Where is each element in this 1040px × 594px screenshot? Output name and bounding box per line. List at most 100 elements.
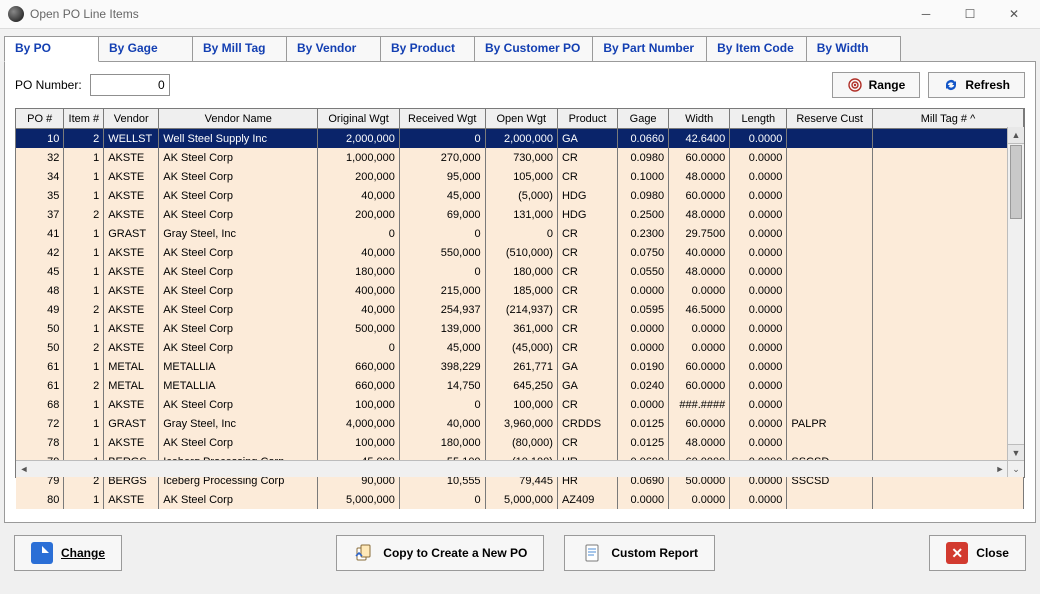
- cell[interactable]: Gray Steel, Inc: [159, 414, 318, 433]
- range-button[interactable]: Range: [832, 72, 921, 98]
- tab-by-mill-tag[interactable]: By Mill Tag: [192, 36, 287, 62]
- cell[interactable]: CRDDS: [557, 414, 617, 433]
- cell[interactable]: CR: [557, 300, 617, 319]
- cell[interactable]: AK Steel Corp: [159, 319, 318, 338]
- cell[interactable]: 0.0000: [730, 376, 787, 395]
- cell[interactable]: [873, 148, 1024, 167]
- cell[interactable]: 0: [399, 224, 485, 243]
- cell[interactable]: 100,000: [318, 395, 400, 414]
- cell[interactable]: 1: [64, 414, 104, 433]
- po-grid[interactable]: PO # Item # Vendor Vendor Name Original …: [15, 108, 1025, 478]
- close-window-button[interactable]: ✕: [992, 0, 1036, 28]
- tab-by-vendor[interactable]: By Vendor: [286, 36, 381, 62]
- cell[interactable]: 0.2500: [618, 205, 669, 224]
- cell[interactable]: 0.2300: [618, 224, 669, 243]
- cell[interactable]: 48.0000: [669, 205, 730, 224]
- copy-po-button[interactable]: Copy to Create a New PO: [336, 535, 544, 571]
- scroll-thumb[interactable]: [1010, 145, 1022, 219]
- cell[interactable]: 46.5000: [669, 300, 730, 319]
- table-row[interactable]: 351AKSTEAK Steel Corp40,00045,000(5,000)…: [16, 186, 1024, 205]
- cell[interactable]: CR: [557, 433, 617, 452]
- cell[interactable]: 0.0000: [730, 205, 787, 224]
- cell[interactable]: 1: [64, 357, 104, 376]
- cell[interactable]: METALLIA: [159, 376, 318, 395]
- cell[interactable]: CR: [557, 167, 617, 186]
- cell[interactable]: 3,960,000: [485, 414, 557, 433]
- scroll-up-icon[interactable]: ▲: [1008, 127, 1024, 144]
- table-row[interactable]: 612METALMETALLIA660,00014,750645,250GA0.…: [16, 376, 1024, 395]
- cell[interactable]: 105,000: [485, 167, 557, 186]
- cell[interactable]: 0.0000: [730, 281, 787, 300]
- cell[interactable]: 0.0000: [730, 148, 787, 167]
- table-row[interactable]: 102WELLSTWell Steel Supply Inc2,000,0000…: [16, 129, 1024, 149]
- table-row[interactable]: 481AKSTEAK Steel Corp400,000215,000185,0…: [16, 281, 1024, 300]
- cell[interactable]: 0.0000: [730, 414, 787, 433]
- cell[interactable]: [787, 376, 873, 395]
- cell[interactable]: 0.0000: [618, 490, 669, 509]
- table-row[interactable]: 341AKSTEAK Steel Corp200,00095,000105,00…: [16, 167, 1024, 186]
- cell[interactable]: 2,000,000: [485, 129, 557, 149]
- cell[interactable]: 0.0125: [618, 433, 669, 452]
- cell[interactable]: PALPR: [787, 414, 873, 433]
- cell[interactable]: AKSTE: [104, 205, 159, 224]
- tab-by-gage[interactable]: By Gage: [98, 36, 193, 62]
- cell[interactable]: 42: [16, 243, 64, 262]
- table-row[interactable]: 411GRASTGray Steel, Inc000CR0.230029.750…: [16, 224, 1024, 243]
- cell[interactable]: 1: [64, 224, 104, 243]
- cell[interactable]: 1: [64, 433, 104, 452]
- tab-by-item-code[interactable]: By Item Code: [706, 36, 807, 62]
- cell[interactable]: GA: [557, 129, 617, 149]
- cell[interactable]: 254,937: [399, 300, 485, 319]
- cell[interactable]: 48.0000: [669, 262, 730, 281]
- table-row[interactable]: 492AKSTEAK Steel Corp40,000254,937(214,9…: [16, 300, 1024, 319]
- table-row[interactable]: 611METALMETALLIA660,000398,229261,771GA0…: [16, 357, 1024, 376]
- cell[interactable]: [873, 300, 1024, 319]
- cell[interactable]: Well Steel Supply Inc: [159, 129, 318, 149]
- cell[interactable]: [787, 490, 873, 509]
- cell[interactable]: [873, 167, 1024, 186]
- col-vendor[interactable]: Vendor: [104, 109, 159, 129]
- table-row[interactable]: 681AKSTEAK Steel Corp100,0000100,000CR0.…: [16, 395, 1024, 414]
- cell[interactable]: 45,000: [399, 338, 485, 357]
- table-row[interactable]: 781AKSTEAK Steel Corp100,000180,000(80,0…: [16, 433, 1024, 452]
- cell[interactable]: AKSTE: [104, 262, 159, 281]
- cell[interactable]: [787, 357, 873, 376]
- cell[interactable]: 45,000: [399, 186, 485, 205]
- cell[interactable]: 0: [485, 224, 557, 243]
- table-row[interactable]: 801AKSTEAK Steel Corp5,000,00005,000,000…: [16, 490, 1024, 509]
- col-gage[interactable]: Gage: [618, 109, 669, 129]
- scroll-down-icon[interactable]: ▼: [1008, 444, 1024, 461]
- cell[interactable]: 60.0000: [669, 357, 730, 376]
- cell[interactable]: GA: [557, 357, 617, 376]
- col-open-wgt[interactable]: Open Wgt: [485, 109, 557, 129]
- cell[interactable]: [873, 414, 1024, 433]
- cell[interactable]: 0: [318, 224, 400, 243]
- cell[interactable]: 550,000: [399, 243, 485, 262]
- col-item[interactable]: Item #: [64, 109, 104, 129]
- cell[interactable]: 660,000: [318, 376, 400, 395]
- cell[interactable]: 5,000,000: [485, 490, 557, 509]
- cell[interactable]: 100,000: [485, 395, 557, 414]
- cell[interactable]: 72: [16, 414, 64, 433]
- cell[interactable]: 0.0000: [730, 300, 787, 319]
- cell[interactable]: 2,000,000: [318, 129, 400, 149]
- cell[interactable]: 0.0000: [730, 357, 787, 376]
- cell[interactable]: AKSTE: [104, 300, 159, 319]
- cell[interactable]: GRAST: [104, 224, 159, 243]
- cell[interactable]: 1: [64, 395, 104, 414]
- cell[interactable]: 29.7500: [669, 224, 730, 243]
- table-row[interactable]: 501AKSTEAK Steel Corp500,000139,000361,0…: [16, 319, 1024, 338]
- cell[interactable]: 61: [16, 376, 64, 395]
- cell[interactable]: [787, 262, 873, 281]
- cell[interactable]: 1: [64, 490, 104, 509]
- tab-by-customer-po[interactable]: By Customer PO: [474, 36, 593, 62]
- cell[interactable]: 139,000: [399, 319, 485, 338]
- cell[interactable]: [873, 395, 1024, 414]
- cell[interactable]: [787, 167, 873, 186]
- grid-header[interactable]: PO # Item # Vendor Vendor Name Original …: [16, 109, 1024, 129]
- cell[interactable]: 49: [16, 300, 64, 319]
- cell[interactable]: 730,000: [485, 148, 557, 167]
- cell[interactable]: 5,000,000: [318, 490, 400, 509]
- cell[interactable]: 0: [399, 490, 485, 509]
- cell[interactable]: 40,000: [318, 186, 400, 205]
